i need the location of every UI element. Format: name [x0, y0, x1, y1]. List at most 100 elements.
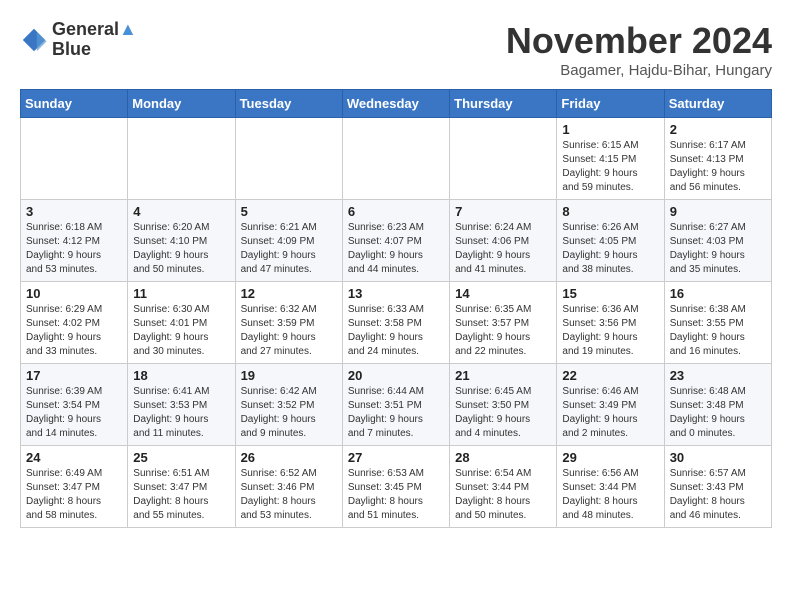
- day-info: Sunrise: 6:23 AM Sunset: 4:07 PM Dayligh…: [348, 221, 444, 277]
- calendar-cell: [21, 118, 128, 200]
- day-info: Sunrise: 6:48 AM Sunset: 3:48 PM Dayligh…: [670, 385, 766, 441]
- calendar-cell: 16 Sunrise: 6:38 AM Sunset: 3:55 PM Dayli…: [664, 282, 771, 364]
- calendar-cell: 8 Sunrise: 6:26 AM Sunset: 4:05 PM Daylig…: [557, 200, 664, 282]
- calendar-cell: 11Sunrise: 6:30 AM Sunset: 4:01 PM Dayli…: [128, 282, 235, 364]
- logo-text: General▲ Blue: [52, 20, 137, 60]
- day-number: 15: [562, 286, 658, 301]
- day-info: Sunrise: 6:21 AM Sunset: 4:09 PM Dayligh…: [241, 221, 337, 277]
- logo: General▲ Blue: [20, 20, 137, 60]
- calendar-week-row: 24 Sunrise: 6:49 AM Sunset: 3:47 PM Dayli…: [21, 446, 772, 528]
- calendar-cell: 22 Sunrise: 6:46 AM Sunset: 3:49 PM Dayli…: [557, 364, 664, 446]
- day-info: Sunrise: 6:30 AM Sunset: 4:01 PM Dayligh…: [133, 303, 229, 359]
- day-number: 10: [26, 286, 122, 301]
- day-info: Sunrise: 6:51 AM Sunset: 3:47 PM Dayligh…: [133, 467, 229, 523]
- day-number: 6: [348, 204, 444, 219]
- day-info: Sunrise: 6:17 AM Sunset: 4:13 PM Dayligh…: [670, 139, 766, 195]
- calendar-cell: 24 Sunrise: 6:49 AM Sunset: 3:47 PM Dayli…: [21, 446, 128, 528]
- day-number: 9: [670, 204, 766, 219]
- day-number: 25: [133, 450, 229, 465]
- calendar-week-row: 17 Sunrise: 6:39 AM Sunset: 3:54 PM Dayli…: [21, 364, 772, 446]
- page-header: General▲ Blue November 2024 Bagamer, Haj…: [20, 20, 772, 79]
- calendar-cell: 29 Sunrise: 6:56 AM Sunset: 3:44 PM Dayli…: [557, 446, 664, 528]
- calendar-week-row: 3 Sunrise: 6:18 AM Sunset: 4:12 PM Daylig…: [21, 200, 772, 282]
- day-number: 20: [348, 368, 444, 383]
- day-info: Sunrise: 6:35 AM Sunset: 3:57 PM Dayligh…: [455, 303, 551, 359]
- calendar-cell: [235, 118, 342, 200]
- day-number: 18: [133, 368, 229, 383]
- day-info: Sunrise: 6:33 AM Sunset: 3:58 PM Dayligh…: [348, 303, 444, 359]
- location-subtitle: Bagamer, Hajdu-Bihar, Hungary: [506, 62, 772, 79]
- day-info: Sunrise: 6:39 AM Sunset: 3:54 PM Dayligh…: [26, 385, 122, 441]
- calendar-cell: 9 Sunrise: 6:27 AM Sunset: 4:03 PM Daylig…: [664, 200, 771, 282]
- calendar-cell: 19 Sunrise: 6:42 AM Sunset: 3:52 PM Dayli…: [235, 364, 342, 446]
- calendar-cell: 25 Sunrise: 6:51 AM Sunset: 3:47 PM Dayli…: [128, 446, 235, 528]
- day-info: Sunrise: 6:53 AM Sunset: 3:45 PM Dayligh…: [348, 467, 444, 523]
- day-number: 3: [26, 204, 122, 219]
- day-number: 7: [455, 204, 551, 219]
- day-number: 17: [26, 368, 122, 383]
- day-info: Sunrise: 6:44 AM Sunset: 3:51 PM Dayligh…: [348, 385, 444, 441]
- day-info: Sunrise: 6:20 AM Sunset: 4:10 PM Dayligh…: [133, 221, 229, 277]
- calendar-cell: 5Sunrise: 6:21 AM Sunset: 4:09 PM Daylig…: [235, 200, 342, 282]
- col-header-thursday: Thursday: [450, 90, 557, 118]
- col-header-saturday: Saturday: [664, 90, 771, 118]
- calendar-cell: 18 Sunrise: 6:41 AM Sunset: 3:53 PM Dayli…: [128, 364, 235, 446]
- day-number: 14: [455, 286, 551, 301]
- day-number: 1: [562, 122, 658, 137]
- day-info: Sunrise: 6:57 AM Sunset: 3:43 PM Dayligh…: [670, 467, 766, 523]
- day-info: Sunrise: 6:29 AM Sunset: 4:02 PM Dayligh…: [26, 303, 122, 359]
- calendar-cell: [342, 118, 449, 200]
- col-header-sunday: Sunday: [21, 90, 128, 118]
- day-info: Sunrise: 6:26 AM Sunset: 4:05 PM Dayligh…: [562, 221, 658, 277]
- day-number: 26: [241, 450, 337, 465]
- day-number: 13: [348, 286, 444, 301]
- calendar-cell: 20 Sunrise: 6:44 AM Sunset: 3:51 PM Dayli…: [342, 364, 449, 446]
- day-info: Sunrise: 6:24 AM Sunset: 4:06 PM Dayligh…: [455, 221, 551, 277]
- day-info: Sunrise: 6:15 AM Sunset: 4:15 PM Dayligh…: [562, 139, 658, 195]
- calendar-cell: 7 Sunrise: 6:24 AM Sunset: 4:06 PM Daylig…: [450, 200, 557, 282]
- day-number: 24: [26, 450, 122, 465]
- day-number: 29: [562, 450, 658, 465]
- col-header-friday: Friday: [557, 90, 664, 118]
- col-header-tuesday: Tuesday: [235, 90, 342, 118]
- day-info: Sunrise: 6:27 AM Sunset: 4:03 PM Dayligh…: [670, 221, 766, 277]
- calendar-cell: [450, 118, 557, 200]
- day-number: 21: [455, 368, 551, 383]
- day-number: 19: [241, 368, 337, 383]
- month-title: November 2024: [506, 20, 772, 62]
- day-number: 2: [670, 122, 766, 137]
- col-header-monday: Monday: [128, 90, 235, 118]
- day-info: Sunrise: 6:49 AM Sunset: 3:47 PM Dayligh…: [26, 467, 122, 523]
- calendar-table: SundayMondayTuesdayWednesdayThursdayFrid…: [20, 89, 772, 528]
- day-info: Sunrise: 6:56 AM Sunset: 3:44 PM Dayligh…: [562, 467, 658, 523]
- calendar-week-row: 1 Sunrise: 6:15 AM Sunset: 4:15 PM Daylig…: [21, 118, 772, 200]
- day-info: Sunrise: 6:45 AM Sunset: 3:50 PM Dayligh…: [455, 385, 551, 441]
- day-number: 8: [562, 204, 658, 219]
- calendar-cell: 2 Sunrise: 6:17 AM Sunset: 4:13 PM Daylig…: [664, 118, 771, 200]
- calendar-cell: 23 Sunrise: 6:48 AM Sunset: 3:48 PM Dayli…: [664, 364, 771, 446]
- day-number: 22: [562, 368, 658, 383]
- calendar-cell: 3 Sunrise: 6:18 AM Sunset: 4:12 PM Daylig…: [21, 200, 128, 282]
- day-info: Sunrise: 6:18 AM Sunset: 4:12 PM Dayligh…: [26, 221, 122, 277]
- calendar-cell: 13 Sunrise: 6:33 AM Sunset: 3:58 PM Dayli…: [342, 282, 449, 364]
- day-info: Sunrise: 6:52 AM Sunset: 3:46 PM Dayligh…: [241, 467, 337, 523]
- calendar-cell: 6 Sunrise: 6:23 AM Sunset: 4:07 PM Daylig…: [342, 200, 449, 282]
- day-number: 12: [241, 286, 337, 301]
- day-number: 28: [455, 450, 551, 465]
- day-number: 16: [670, 286, 766, 301]
- day-info: Sunrise: 6:36 AM Sunset: 3:56 PM Dayligh…: [562, 303, 658, 359]
- day-info: Sunrise: 6:38 AM Sunset: 3:55 PM Dayligh…: [670, 303, 766, 359]
- calendar-cell: 15 Sunrise: 6:36 AM Sunset: 3:56 PM Dayli…: [557, 282, 664, 364]
- day-info: Sunrise: 6:42 AM Sunset: 3:52 PM Dayligh…: [241, 385, 337, 441]
- title-block: November 2024 Bagamer, Hajdu-Bihar, Hung…: [506, 20, 772, 79]
- day-info: Sunrise: 6:41 AM Sunset: 3:53 PM Dayligh…: [133, 385, 229, 441]
- day-info: Sunrise: 6:32 AM Sunset: 3:59 PM Dayligh…: [241, 303, 337, 359]
- calendar-cell: 26 Sunrise: 6:52 AM Sunset: 3:46 PM Dayli…: [235, 446, 342, 528]
- calendar-cell: 27Sunrise: 6:53 AM Sunset: 3:45 PM Dayli…: [342, 446, 449, 528]
- calendar-cell: 14 Sunrise: 6:35 AM Sunset: 3:57 PM Dayli…: [450, 282, 557, 364]
- day-info: Sunrise: 6:46 AM Sunset: 3:49 PM Dayligh…: [562, 385, 658, 441]
- logo-icon: [20, 26, 48, 54]
- calendar-cell: 17 Sunrise: 6:39 AM Sunset: 3:54 PM Dayli…: [21, 364, 128, 446]
- calendar-cell: 30Sunrise: 6:57 AM Sunset: 3:43 PM Dayli…: [664, 446, 771, 528]
- day-number: 23: [670, 368, 766, 383]
